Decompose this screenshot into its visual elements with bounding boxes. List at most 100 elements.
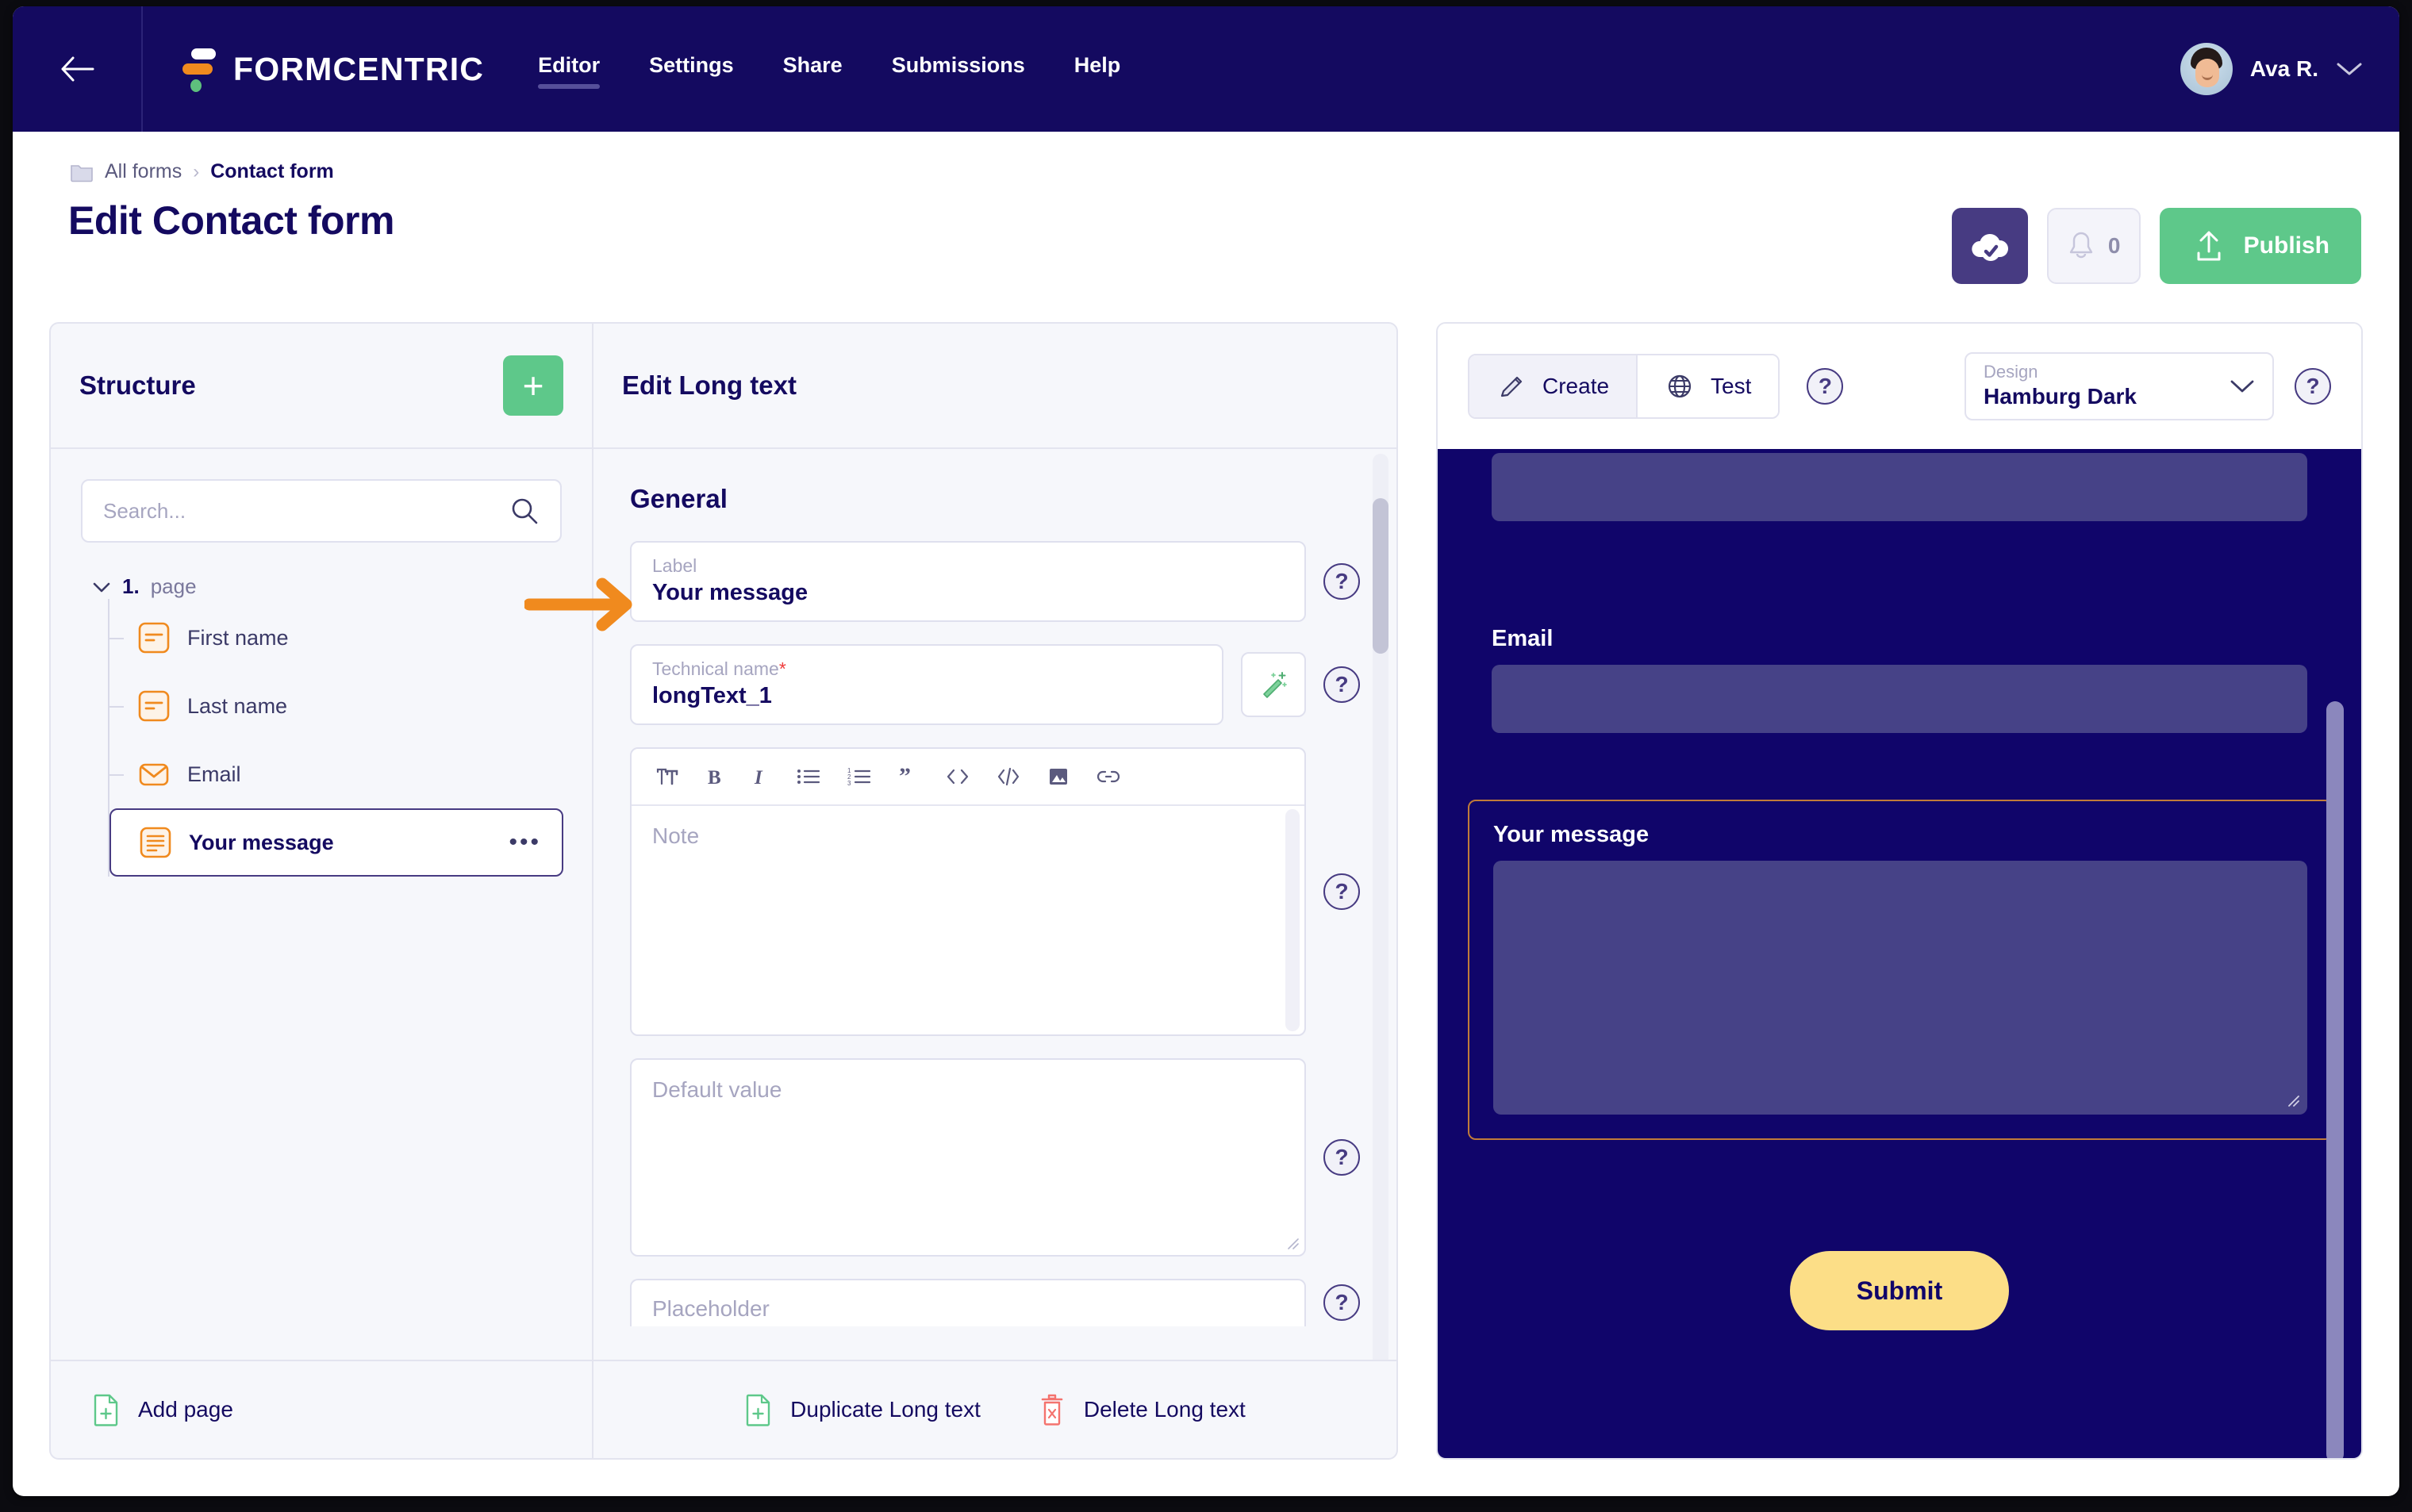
label-field[interactable]: Label Your message: [630, 541, 1306, 622]
submit-button[interactable]: Submit: [1789, 1251, 2010, 1330]
placeholder-help-icon[interactable]: ?: [1323, 1284, 1360, 1321]
italic-icon[interactable]: I: [752, 766, 770, 788]
default-value-textarea[interactable]: Default value: [630, 1058, 1306, 1257]
tab-create[interactable]: Create: [1469, 355, 1637, 417]
structure-body: 1. page First name: [51, 449, 592, 1360]
page-header: All forms › Contact form Edit Contact fo…: [13, 132, 2399, 322]
default-value-field-row: Default value ?: [630, 1058, 1360, 1257]
note-editor-scrollbar[interactable]: [1285, 809, 1300, 1031]
publish-button[interactable]: Publish: [2159, 208, 2361, 284]
bullet-list-icon[interactable]: [797, 766, 820, 787]
breadcrumb-all-forms[interactable]: All forms: [105, 160, 182, 183]
nav-item-editor[interactable]: Editor: [538, 53, 601, 89]
preview-textarea[interactable]: [1493, 861, 2307, 1115]
tree-item-label: First name: [187, 625, 289, 650]
svg-text:”: ”: [899, 766, 911, 787]
editor-main: Structure + Search... 1. page First name…: [51, 324, 1396, 1360]
file-plus-icon: [94, 1394, 118, 1426]
duplicate-element-button[interactable]: Duplicate Long text: [744, 1393, 981, 1426]
chevron-down-icon[interactable]: [92, 581, 111, 593]
technical-name-help-icon[interactable]: ?: [1323, 666, 1360, 703]
form-preview-scrollbar[interactable]: [2326, 701, 2344, 1458]
editor-footer: Add page Duplicate Long text Delete Long…: [51, 1360, 1396, 1458]
user-name: Ava R.: [2249, 56, 2318, 81]
tree-item-email[interactable]: Email: [108, 740, 562, 808]
code-block-icon[interactable]: [997, 766, 1020, 787]
tree-item-label: Your message: [189, 830, 334, 854]
technical-name-field-value: longText_1: [652, 683, 772, 708]
save-status-button[interactable]: [1951, 208, 2028, 284]
cloud-check-icon: [1971, 233, 2008, 261]
tree-item-your-message[interactable]: Your message •••: [109, 808, 563, 877]
tab-test[interactable]: Test: [1636, 355, 1779, 417]
trash-icon: [1041, 1394, 1063, 1426]
nav-item-submissions[interactable]: Submissions: [892, 53, 1025, 86]
tree-item-first-name[interactable]: First name: [108, 604, 562, 672]
generate-technical-name-button[interactable]: [1241, 652, 1306, 717]
default-value-placeholder: Default value: [652, 1077, 782, 1102]
required-marker: *: [778, 658, 786, 679]
label-field-tag: Label: [652, 555, 697, 576]
edit-panel-scrollbar[interactable]: [1373, 454, 1388, 1360]
blockquote-icon[interactable]: ”: [898, 766, 919, 787]
structure-title: Structure: [79, 370, 196, 400]
text-size-icon[interactable]: [655, 766, 679, 788]
preview-mode-help-icon[interactable]: ?: [1807, 368, 1844, 405]
tree-page-node[interactable]: 1. page: [92, 574, 562, 599]
user-menu[interactable]: Ava R.: [2180, 6, 2363, 132]
tree-children: First name Last name Email Your message …: [108, 599, 563, 877]
note-editor-area[interactable]: Note: [632, 806, 1304, 1034]
search-icon[interactable]: [509, 496, 540, 526]
nav-item-help[interactable]: Help: [1074, 53, 1121, 86]
delete-element-button[interactable]: Delete Long text: [1038, 1393, 1246, 1426]
element-footer: Duplicate Long text Delete Long text: [593, 1361, 1396, 1458]
email-field-icon: [139, 763, 169, 786]
add-page-button[interactable]: Add page: [92, 1393, 233, 1426]
edit-panel-title: Edit Long text: [622, 370, 797, 400]
rte-toolbar: B I 123 ”: [632, 749, 1304, 806]
design-select-value: Hamburg Dark: [1984, 384, 2137, 409]
preview-mode-tabs: Create Test: [1468, 354, 1780, 419]
preview-field-your-message[interactable]: Your message: [1468, 800, 2333, 1140]
preview-input[interactable]: [1492, 665, 2307, 733]
add-page-label: Add page: [138, 1397, 233, 1422]
nav-item-settings[interactable]: Settings: [649, 53, 734, 86]
resize-handle-icon[interactable]: [2285, 1092, 2299, 1107]
back-button[interactable]: [13, 6, 143, 132]
breadcrumb-current: Contact form: [210, 160, 334, 182]
tree-item-last-name[interactable]: Last name: [108, 672, 562, 740]
structure-panel: Structure + Search... 1. page First name…: [51, 324, 593, 1360]
search-box[interactable]: [81, 479, 562, 543]
notifications-button[interactable]: 0: [2046, 208, 2141, 284]
chevron-down-icon[interactable]: [2230, 378, 2255, 394]
structure-footer: Add page: [51, 1361, 593, 1458]
design-select-help-icon[interactable]: ?: [2295, 368, 2331, 405]
add-element-button[interactable]: +: [503, 355, 563, 416]
image-icon[interactable]: [1047, 766, 1070, 787]
form-preview-content: Last name Email Your message: [1468, 449, 2333, 1330]
default-value-help-icon[interactable]: ?: [1323, 1139, 1360, 1176]
link-icon[interactable]: [1097, 766, 1120, 787]
numbered-list-icon[interactable]: 123: [847, 766, 871, 787]
design-select[interactable]: Design Hamburg Dark: [1965, 352, 2274, 420]
edit-panel-scrollbar-thumb[interactable]: [1373, 498, 1388, 654]
nav-item-share[interactable]: Share: [783, 53, 843, 86]
preview-input[interactable]: [1492, 453, 2307, 521]
resize-handle-icon[interactable]: [1285, 1235, 1299, 1249]
duplicate-element-label: Duplicate Long text: [790, 1397, 981, 1422]
search-input[interactable]: [103, 498, 509, 524]
delete-element-label: Delete Long text: [1083, 1397, 1246, 1422]
plus-icon: +: [522, 365, 544, 406]
note-help-icon[interactable]: ?: [1323, 873, 1360, 910]
label-help-icon[interactable]: ?: [1323, 563, 1360, 600]
technical-name-field[interactable]: Technical name* longText_1: [630, 644, 1223, 725]
inline-code-icon[interactable]: [946, 766, 970, 787]
technical-name-field-row: Technical name* longText_1 ?: [630, 644, 1360, 725]
svg-text:3: 3: [847, 780, 851, 787]
placeholder-field[interactable]: Placeholder: [630, 1279, 1306, 1326]
tree-item-context-menu-button[interactable]: •••: [509, 829, 541, 856]
tree-item-label: Last name: [187, 693, 288, 718]
brand-logo[interactable]: FORMCENTRIC: [182, 46, 484, 92]
note-rich-text-editor[interactable]: B I 123 ” Note: [630, 747, 1306, 1036]
bold-icon[interactable]: B: [706, 766, 725, 788]
